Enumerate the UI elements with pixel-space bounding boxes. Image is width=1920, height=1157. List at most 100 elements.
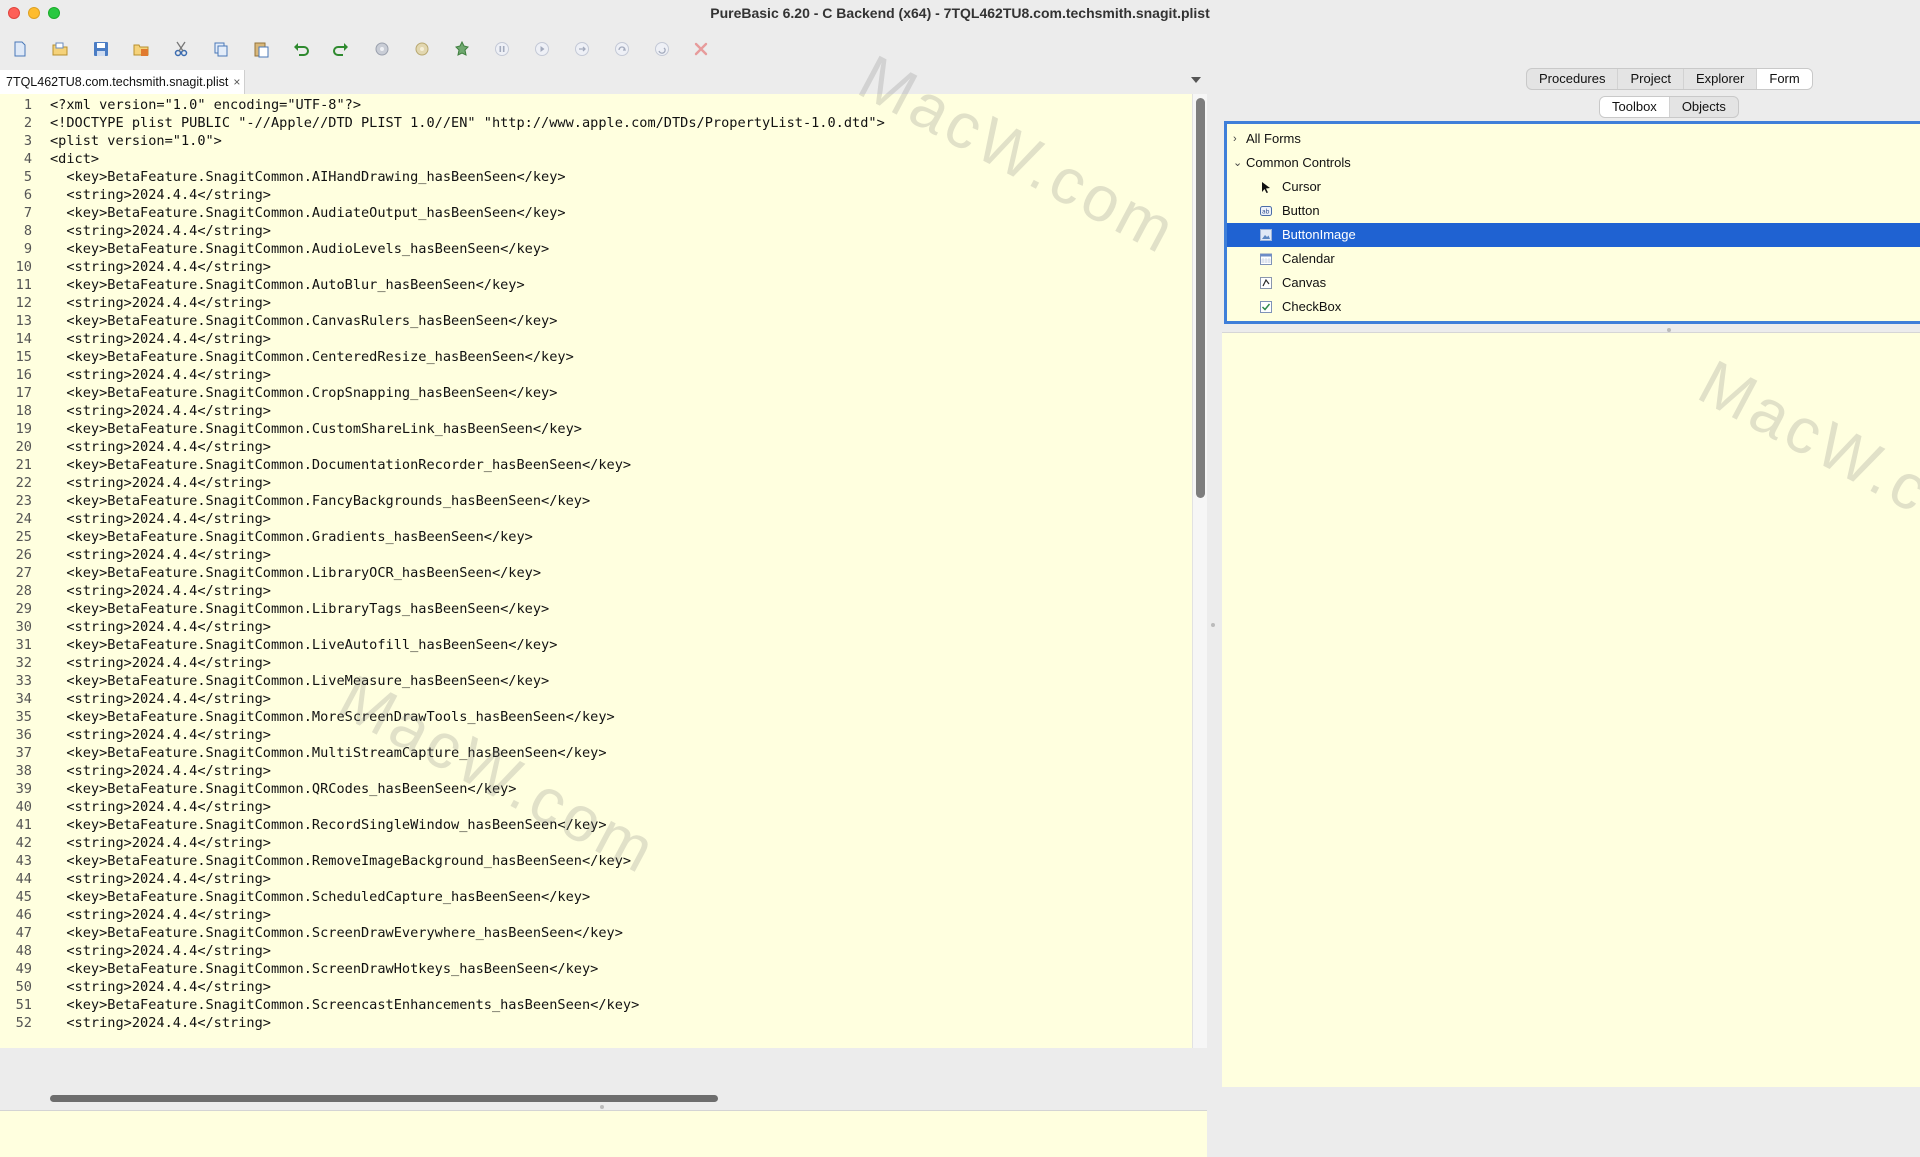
- tab-explorer[interactable]: Explorer: [1684, 69, 1758, 89]
- vertical-scrollbar[interactable]: [1192, 94, 1208, 1048]
- code-line[interactable]: 18 <string>2024.4.4</string>: [0, 402, 1190, 420]
- tab-project[interactable]: Project: [1618, 69, 1684, 89]
- code-line[interactable]: 44 <string>2024.4.4</string>: [0, 870, 1190, 888]
- code-line[interactable]: 9 <key>BetaFeature.SnagitCommon.AudioLev…: [0, 240, 1190, 258]
- code-line[interactable]: 50 <string>2024.4.4</string>: [0, 978, 1190, 996]
- code-line[interactable]: 26 <string>2024.4.4</string>: [0, 546, 1190, 564]
- code-line[interactable]: 3 <plist version="1.0">: [0, 132, 1190, 150]
- code-line[interactable]: 29 <key>BetaFeature.SnagitCommon.Library…: [0, 600, 1190, 618]
- tab-form[interactable]: Form: [1757, 69, 1812, 89]
- code-line[interactable]: 5 <key>BetaFeature.SnagitCommon.AIHandDr…: [0, 168, 1190, 186]
- tab-close-icon[interactable]: ×: [233, 75, 240, 89]
- code-line[interactable]: 30 <string>2024.4.4</string>: [0, 618, 1190, 636]
- code-line[interactable]: 16 <string>2024.4.4</string>: [0, 366, 1190, 384]
- continue-icon[interactable]: [530, 37, 554, 61]
- kill-icon[interactable]: [689, 37, 713, 61]
- code-line[interactable]: 47 <key>BetaFeature.SnagitCommon.ScreenD…: [0, 924, 1190, 942]
- code-editor[interactable]: 1 <?xml version="1.0" encoding="UTF-8"?> 2…: [0, 94, 1192, 1048]
- chevron-down-icon[interactable]: ⌄: [1233, 151, 1242, 175]
- code-line[interactable]: 14 <string>2024.4.4</string>: [0, 330, 1190, 348]
- code-line[interactable]: 49 <key>BetaFeature.SnagitCommon.ScreenD…: [0, 960, 1190, 978]
- code-line[interactable]: 27 <key>BetaFeature.SnagitCommon.Library…: [0, 564, 1190, 582]
- code-line[interactable]: 45 <key>BetaFeature.SnagitCommon.Schedul…: [0, 888, 1190, 906]
- code-line[interactable]: 32 <string>2024.4.4</string>: [0, 654, 1190, 672]
- code-line[interactable]: 52 <string>2024.4.4</string>: [0, 1014, 1190, 1032]
- step-out-icon[interactable]: [650, 37, 674, 61]
- build-icon[interactable]: [450, 37, 474, 61]
- save-all-icon[interactable]: [129, 37, 153, 61]
- open-file-icon[interactable]: [48, 37, 72, 61]
- tree-item-canvas[interactable]: Canvas: [1227, 271, 1920, 295]
- code-line-text: <key>BetaFeature.SnagitCommon.RecordSing…: [50, 817, 607, 833]
- code-line[interactable]: 12 <string>2024.4.4</string>: [0, 294, 1190, 312]
- tab-objects[interactable]: Objects: [1670, 97, 1738, 117]
- code-line[interactable]: 1 <?xml version="1.0" encoding="UTF-8"?>: [0, 96, 1190, 114]
- code-line[interactable]: 8 <string>2024.4.4</string>: [0, 222, 1190, 240]
- code-line[interactable]: 51 <key>BetaFeature.SnagitCommon.Screenc…: [0, 996, 1190, 1014]
- code-line[interactable]: 43 <key>BetaFeature.SnagitCommon.RemoveI…: [0, 852, 1190, 870]
- code-line[interactable]: 17 <key>BetaFeature.SnagitCommon.CropSna…: [0, 384, 1190, 402]
- step-over-icon[interactable]: [610, 37, 634, 61]
- step-icon[interactable]: [570, 37, 594, 61]
- tree-item-checkbox[interactable]: CheckBox: [1227, 295, 1920, 319]
- compile-icon[interactable]: [370, 37, 394, 61]
- code-line[interactable]: 20 <string>2024.4.4</string>: [0, 438, 1190, 456]
- code-line[interactable]: 25 <key>BetaFeature.SnagitCommon.Gradien…: [0, 528, 1190, 546]
- tab-procedures[interactable]: Procedures: [1527, 69, 1619, 89]
- code-line[interactable]: 10 <string>2024.4.4</string>: [0, 258, 1190, 276]
- code-line[interactable]: 11 <key>BetaFeature.SnagitCommon.AutoBlu…: [0, 276, 1190, 294]
- tree-item-all-forms[interactable]: › All Forms: [1227, 127, 1920, 151]
- code-line[interactable]: 21 <key>BetaFeature.SnagitCommon.Documen…: [0, 456, 1190, 474]
- debug-icon[interactable]: [410, 37, 434, 61]
- code-line[interactable]: 37 <key>BetaFeature.SnagitCommon.MultiSt…: [0, 744, 1190, 762]
- tree-item-calendar[interactable]: Calendar: [1227, 247, 1920, 271]
- code-line[interactable]: 22 <string>2024.4.4</string>: [0, 474, 1190, 492]
- code-line[interactable]: 31 <key>BetaFeature.SnagitCommon.LiveAut…: [0, 636, 1190, 654]
- vertical-splitter-handle[interactable]: [1211, 623, 1215, 627]
- undo-icon[interactable]: [289, 37, 313, 61]
- code-line[interactable]: 39 <key>BetaFeature.SnagitCommon.QRCodes…: [0, 780, 1190, 798]
- tree-item-cursor[interactable]: Cursor: [1227, 175, 1920, 199]
- line-number: 36: [15, 727, 32, 743]
- code-line[interactable]: 28 <string>2024.4.4</string>: [0, 582, 1190, 600]
- panel-splitter-handle[interactable]: [600, 1105, 604, 1109]
- tab-plist-file[interactable]: 7TQL462TU8.com.techsmith.snagit.plist ×: [0, 70, 246, 94]
- code-line[interactable]: 24 <string>2024.4.4</string>: [0, 510, 1190, 528]
- code-line[interactable]: 2 <!DOCTYPE plist PUBLIC "-//Apple//DTD P…: [0, 114, 1190, 132]
- horizontal-scroll-thumb[interactable]: [50, 1095, 718, 1102]
- code-line[interactable]: 7 <key>BetaFeature.SnagitCommon.AudiateO…: [0, 204, 1190, 222]
- code-line[interactable]: 23 <key>BetaFeature.SnagitCommon.FancyBa…: [0, 492, 1190, 510]
- tree-item-common-controls[interactable]: ⌄ Common Controls: [1227, 151, 1920, 175]
- tree-item-button[interactable]: ab Button: [1227, 199, 1920, 223]
- tab-list-dropdown-icon[interactable]: [1191, 77, 1201, 83]
- paste-icon[interactable]: [249, 37, 273, 61]
- tab-toolbox[interactable]: Toolbox: [1600, 97, 1670, 117]
- code-line[interactable]: 13 <key>BetaFeature.SnagitCommon.CanvasR…: [0, 312, 1190, 330]
- code-line[interactable]: 4 <dict>: [0, 150, 1190, 168]
- code-line[interactable]: 48 <string>2024.4.4</string>: [0, 942, 1190, 960]
- code-line[interactable]: 33 <key>BetaFeature.SnagitCommon.LiveMea…: [0, 672, 1190, 690]
- pause-icon[interactable]: [490, 37, 514, 61]
- code-line[interactable]: 35 <key>BetaFeature.SnagitCommon.MoreScr…: [0, 708, 1190, 726]
- cut-icon[interactable]: [169, 37, 193, 61]
- code-line[interactable]: 36 <string>2024.4.4</string>: [0, 726, 1190, 744]
- redo-icon[interactable]: [329, 37, 353, 61]
- code-line[interactable]: 15 <key>BetaFeature.SnagitCommon.Centere…: [0, 348, 1190, 366]
- copy-icon[interactable]: [209, 37, 233, 61]
- code-line[interactable]: 38 <string>2024.4.4</string>: [0, 762, 1190, 780]
- new-file-icon[interactable]: [8, 37, 32, 61]
- code-line[interactable]: 42 <string>2024.4.4</string>: [0, 834, 1190, 852]
- vertical-scroll-thumb[interactable]: [1196, 98, 1205, 498]
- code-line[interactable]: 34 <string>2024.4.4</string>: [0, 690, 1190, 708]
- code-line[interactable]: 41 <key>BetaFeature.SnagitCommon.RecordS…: [0, 816, 1190, 834]
- code-line[interactable]: 6 <string>2024.4.4</string>: [0, 186, 1190, 204]
- line-number: 43: [15, 853, 32, 869]
- vertical-splitter[interactable]: [1207, 70, 1220, 1086]
- chevron-right-icon[interactable]: ›: [1233, 127, 1237, 151]
- code-line[interactable]: 19 <key>BetaFeature.SnagitCommon.CustomS…: [0, 420, 1190, 438]
- save-icon[interactable]: [89, 37, 113, 61]
- code-line[interactable]: 40 <string>2024.4.4</string>: [0, 798, 1190, 816]
- code-line[interactable]: 46 <string>2024.4.4</string>: [0, 906, 1190, 924]
- tree-item-buttonimage[interactable]: ButtonImage: [1227, 223, 1920, 247]
- form-designer-area[interactable]: [1222, 332, 1920, 1087]
